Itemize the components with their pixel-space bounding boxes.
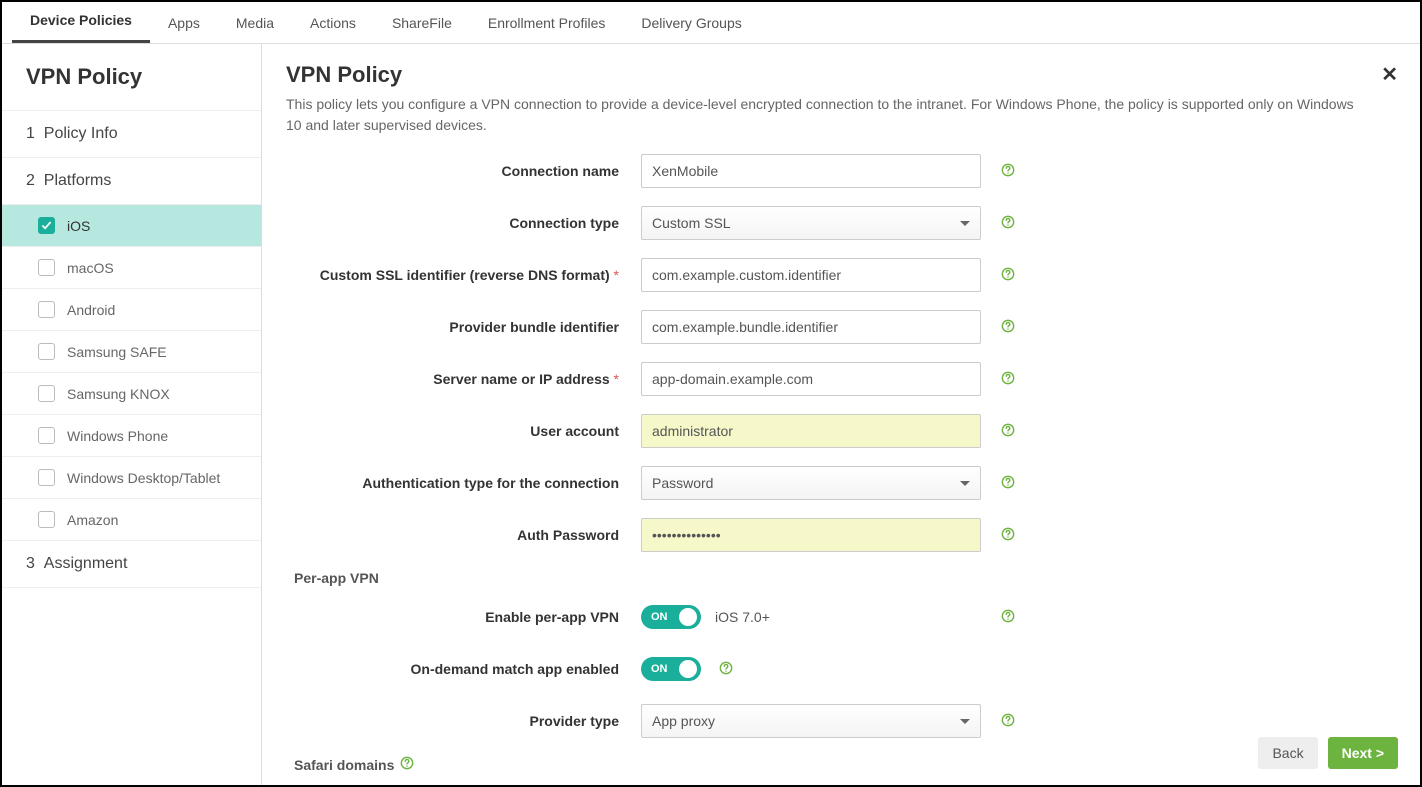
close-icon[interactable]: ✕ [1381,62,1398,87]
step-num: 3 [26,555,35,572]
hint-ios-version: iOS 7.0+ [715,609,770,625]
select-value: Custom SSL [652,215,731,231]
platform-windows-phone[interactable]: Windows Phone [2,414,261,456]
label-ondemand: On-demand match app enabled [286,661,641,677]
help-icon[interactable] [1001,267,1015,284]
step-label: Assignment [44,555,128,572]
checkbox-icon[interactable] [38,343,55,360]
platform-samsung-safe[interactable]: Samsung SAFE [2,330,261,372]
checkbox-icon[interactable] [38,469,55,486]
step-label: Policy Info [44,125,118,142]
platform-amazon[interactable]: Amazon [2,498,261,540]
platform-windows-desktop[interactable]: Windows Desktop/Tablet [2,456,261,498]
toggle-knob [679,608,697,626]
chevron-down-icon [960,221,970,226]
main-panel: ✕ VPN Policy This policy lets you config… [262,44,1420,785]
platform-label: macOS [67,260,114,276]
input-connection-name[interactable] [641,154,981,188]
step-assignment[interactable]: 3 Assignment [2,540,261,588]
checkbox-icon[interactable] [38,217,55,234]
platform-macos[interactable]: macOS [2,246,261,288]
checkbox-icon[interactable] [38,385,55,402]
tab-actions[interactable]: Actions [292,3,374,43]
platform-label: Samsung KNOX [67,386,170,402]
help-icon[interactable] [1001,215,1015,232]
step-platforms[interactable]: 2 Platforms [2,157,261,204]
next-button[interactable]: Next > [1328,737,1398,769]
platform-label: Android [67,302,115,318]
help-icon[interactable] [1001,371,1015,388]
label-auth-password: Auth Password [286,527,641,543]
input-server[interactable] [641,362,981,396]
label-connection-name: Connection name [286,163,641,179]
input-user-account[interactable] [641,414,981,448]
tab-media[interactable]: Media [218,3,292,43]
platform-label: Windows Desktop/Tablet [67,470,220,486]
page-description: This policy lets you configure a VPN con… [286,94,1366,136]
label-connection-type: Connection type [286,215,641,231]
label-provider-type: Provider type [286,713,641,729]
page-title: VPN Policy [286,62,1396,88]
platform-label: Windows Phone [67,428,168,444]
toggle-enable-perapp[interactable]: ON [641,605,701,629]
input-auth-password[interactable] [641,518,981,552]
label-server: Server name or IP address * [286,371,641,387]
toggle-ondemand[interactable]: ON [641,657,701,681]
select-provider-type[interactable]: App proxy [641,704,981,738]
checkbox-icon[interactable] [38,301,55,318]
step-num: 1 [26,125,35,142]
platform-android[interactable]: Android [2,288,261,330]
toggle-state: ON [645,663,668,675]
label-user-account: User account [286,423,641,439]
step-label: Platforms [44,172,112,189]
back-button[interactable]: Back [1258,737,1317,769]
platform-list: iOS macOS Android Samsung SAFE Samsung K… [2,204,261,540]
sidebar-title: VPN Policy [2,44,261,110]
input-custom-ssl-id[interactable] [641,258,981,292]
help-icon[interactable] [1001,527,1015,544]
help-icon[interactable] [1001,423,1015,440]
help-icon[interactable] [400,756,414,773]
select-connection-type[interactable]: Custom SSL [641,206,981,240]
tab-device-policies[interactable]: Device Policies [12,0,150,43]
label-auth-type: Authentication type for the connection [286,475,641,491]
platform-samsung-knox[interactable]: Samsung KNOX [2,372,261,414]
checkbox-icon[interactable] [38,511,55,528]
select-auth-type[interactable]: Password [641,466,981,500]
help-icon[interactable] [1001,475,1015,492]
wizard-footer: Back Next > [1258,737,1398,769]
help-icon[interactable] [1001,713,1015,730]
section-safari-domains: Safari domains [294,756,1396,773]
select-value: Password [652,475,713,491]
tab-apps[interactable]: Apps [150,3,218,43]
label-enable-perapp: Enable per-app VPN [286,609,641,625]
chevron-down-icon [960,481,970,486]
platform-ios[interactable]: iOS [2,204,261,246]
toggle-state: ON [645,611,668,623]
label-provider-bundle: Provider bundle identifier [286,319,641,335]
section-per-app-vpn: Per-app VPN [294,570,1396,586]
top-tabs: Device Policies Apps Media Actions Share… [2,2,1420,44]
tab-enrollment-profiles[interactable]: Enrollment Profiles [470,3,624,43]
tab-sharefile[interactable]: ShareFile [374,3,470,43]
checkbox-icon[interactable] [38,427,55,444]
platform-label: Samsung SAFE [67,344,167,360]
help-icon[interactable] [1001,319,1015,336]
tab-delivery-groups[interactable]: Delivery Groups [623,3,759,43]
help-icon[interactable] [1001,609,1015,626]
chevron-down-icon [960,719,970,724]
wizard-sidebar: VPN Policy 1 Policy Info 2 Platforms iOS… [2,44,262,785]
checkbox-icon[interactable] [38,259,55,276]
input-provider-bundle[interactable] [641,310,981,344]
select-value: App proxy [652,713,715,729]
step-num: 2 [26,172,35,189]
toggle-knob [679,660,697,678]
label-custom-ssl-id: Custom SSL identifier (reverse DNS forma… [286,267,641,283]
platform-label: Amazon [67,512,118,528]
section-label: Safari domains [294,757,394,773]
step-policy-info[interactable]: 1 Policy Info [2,110,261,157]
help-icon[interactable] [719,661,733,678]
help-icon[interactable] [1001,163,1015,180]
platform-label: iOS [67,218,90,234]
